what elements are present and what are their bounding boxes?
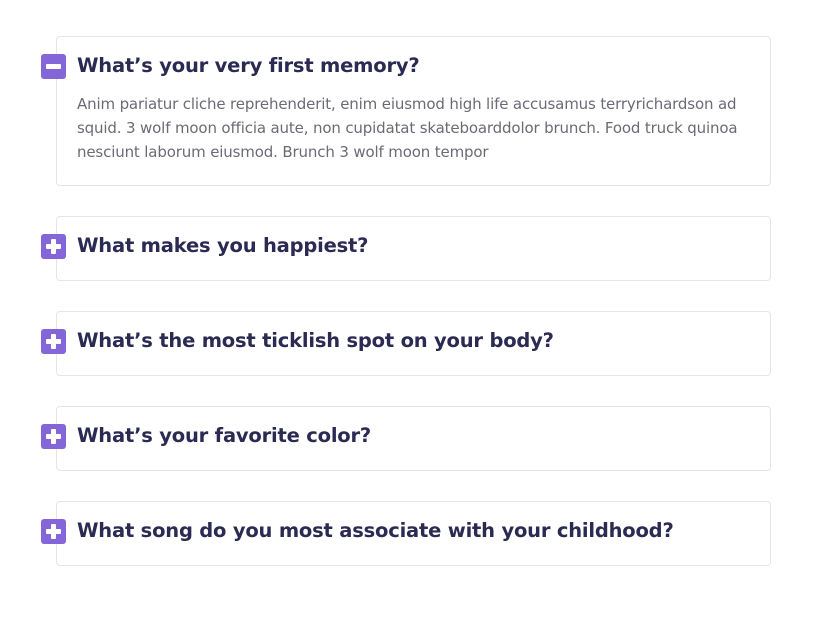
faq-answer: Anim pariatur cliche reprehenderit, enim… — [77, 95, 738, 161]
expand-toggle-button[interactable] — [41, 424, 66, 449]
collapse-toggle-button[interactable] — [41, 54, 66, 79]
faq-question[interactable]: What makes you happiest? — [77, 233, 750, 259]
faq-item-childhood-song: What song do you most associate with you… — [41, 501, 771, 566]
faq-item-first-memory: What’s your very first memory? Anim pari… — [41, 36, 771, 186]
faq-question[interactable]: What’s your very first memory? — [77, 53, 750, 79]
expand-toggle-button[interactable] — [41, 234, 66, 259]
expand-toggle-button[interactable] — [41, 329, 66, 354]
faq-item-ticklish-spot: What’s the most ticklish spot on your bo… — [41, 311, 771, 376]
faq-accordion: What’s your very first memory? Anim pari… — [41, 36, 771, 566]
faq-item-happiest: What makes you happiest? — [41, 216, 771, 281]
minus-icon — [46, 64, 61, 69]
faq-question[interactable]: What’s your favorite color? — [77, 423, 750, 449]
expand-toggle-button[interactable] — [41, 519, 66, 544]
faq-question[interactable]: What’s the most ticklish spot on your bo… — [77, 328, 750, 354]
faq-item-favorite-color: What’s your favorite color? — [41, 406, 771, 471]
faq-question[interactable]: What song do you most associate with you… — [77, 518, 750, 544]
